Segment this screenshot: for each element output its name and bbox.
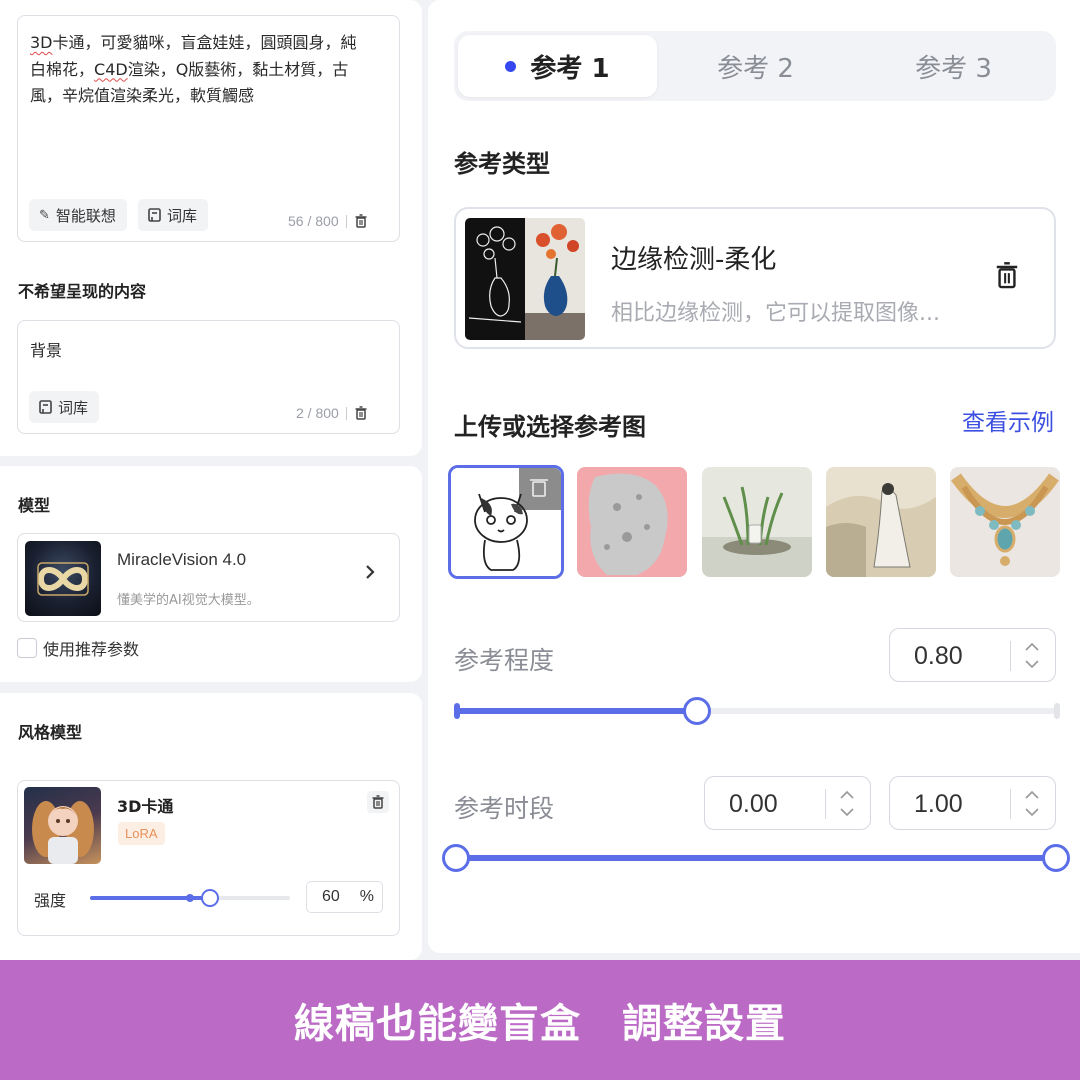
trash-icon[interactable] (367, 791, 389, 813)
reference-period-label: 参考时段 (454, 794, 555, 823)
stepper-arrows-icon[interactable] (1023, 783, 1041, 823)
style-model-item: 3D卡通 LoRA 强度 60 % (17, 780, 400, 936)
reference-period-start-handle[interactable] (442, 844, 470, 872)
tab-reference-3[interactable]: 参考 3 (854, 35, 1053, 97)
style-model-name: 3D卡通 (117, 797, 174, 816)
model-name: MiracleVision 4.0 (117, 550, 247, 569)
tab-reference-2[interactable]: 参考 2 (656, 35, 855, 97)
tab-reference-1[interactable]: 参考 1 (458, 35, 657, 97)
prompt-counter: 56 / 800 (288, 213, 368, 229)
reference-type-thumbnail (465, 218, 585, 340)
reference-image-cat[interactable] (448, 465, 564, 579)
caption-banner: 線稿也能變盲盒 調整設置 (0, 960, 1080, 1080)
reference-tabs: 参考 1 参考 2 参考 3 (454, 31, 1056, 101)
reference-period-start-input[interactable]: 0.00 (704, 776, 871, 830)
strength-input[interactable]: 60 % (306, 881, 383, 913)
trash-icon[interactable] (354, 406, 368, 420)
chevron-right-icon[interactable] (363, 562, 377, 587)
reference-period-end-input[interactable]: 1.00 (889, 776, 1056, 830)
model-selector[interactable]: MiracleVision 4.0 懂美学的AI视觉大模型。 (17, 533, 400, 622)
strength-value: 60 (322, 888, 340, 905)
reference-image-plant[interactable] (702, 467, 812, 577)
negative-char-count: 2 / 800 (296, 405, 339, 421)
reference-panel: 参考 1 参考 2 参考 3 参考类型 边缘检测-柔化 相比边缘检测，它可以提取… (428, 0, 1080, 953)
slider-end-cap (1054, 703, 1060, 719)
strength-unit: % (359, 888, 374, 905)
stepper-arrows-icon[interactable] (838, 783, 856, 823)
reference-image-painting[interactable] (826, 467, 936, 577)
left-settings-column: 3D卡通，可愛貓咪，盲盒娃娃，圓頭圓身，純白棉花，C4D渲染，Q版藝術，黏土材質… (0, 0, 422, 960)
recommended-params-label: 使用推荐参数 (43, 640, 140, 659)
reference-type-name: 边缘检测-柔化 (611, 245, 777, 275)
reference-type-selector[interactable]: 边缘检测-柔化 相比边缘检测，它可以提取图像... (454, 207, 1056, 349)
strength-slider[interactable] (90, 889, 290, 907)
use-recommended-params[interactable]: 使用推荐参数 (17, 636, 139, 660)
recommended-params-checkbox[interactable] (17, 638, 37, 658)
prompt-textarea[interactable]: 3D卡通，可愛貓咪，盲盒娃娃，圓頭圓身，純白棉花，C4D渲染，Q版藝術，黏土材質… (17, 15, 400, 242)
reference-degree-input[interactable]: 0.80 (889, 628, 1056, 682)
prompt-char-count: 56 / 800 (288, 213, 339, 229)
active-dot-icon (505, 60, 517, 72)
stepper-arrows-icon[interactable] (1023, 635, 1041, 675)
model-thumbnail (25, 541, 101, 616)
negative-counter: 2 / 800 (296, 405, 368, 421)
prompt-text[interactable]: 3D卡通，可愛貓咪，盲盒娃娃，圓頭圓身，純白棉花，C4D渲染，Q版藝術，黏土材質… (30, 30, 370, 110)
model-title: 模型 (18, 496, 51, 515)
trash-icon[interactable] (994, 261, 1020, 293)
reference-degree-fill (456, 708, 697, 714)
caption-text: 線稿也能變盲盒 調整設置 (294, 1001, 786, 1047)
lora-badge: LoRA (118, 822, 165, 845)
reference-period-fill (456, 855, 1056, 861)
reference-period-start-value: 0.00 (729, 790, 778, 818)
strength-slider-handle[interactable] (201, 889, 219, 907)
reference-period-end-handle[interactable] (1042, 844, 1070, 872)
reference-degree-slider[interactable] (454, 697, 1060, 725)
style-model-title: 风格模型 (18, 723, 83, 742)
see-example-link[interactable]: 查看示例 (962, 403, 1054, 437)
negative-lexicon-button[interactable]: 词库 (29, 391, 100, 423)
prompt-part: 3D (30, 33, 53, 52)
prompt-part: C4D (94, 59, 128, 79)
tab-label: 参考 1 (530, 53, 610, 84)
tab-label: 参考 2 (717, 53, 794, 84)
reference-degree-value: 0.80 (914, 642, 963, 670)
negative-prompt-text[interactable]: 背景 (30, 337, 62, 361)
reference-type-title: 参考类型 (454, 150, 550, 178)
reference-period-end-value: 1.00 (914, 790, 963, 818)
slider-start-cap (454, 703, 460, 719)
tab-label: 参考 3 (915, 53, 992, 84)
reference-image-necklace[interactable] (950, 467, 1060, 577)
strength-label: 强度 (34, 891, 67, 910)
reference-period-slider[interactable] (442, 844, 1070, 872)
reference-type-description: 相比边缘检测，它可以提取图像... (611, 301, 940, 326)
negative-lexicon-label: 词库 (58, 398, 89, 417)
trash-icon[interactable] (354, 214, 368, 228)
reference-image-pink[interactable] (577, 467, 687, 577)
infinity-logo-icon (37, 562, 89, 596)
model-description: 懂美学的AI视觉大模型。 (117, 593, 260, 608)
reference-degree-label: 参考程度 (454, 646, 555, 675)
upload-reference-title: 上传或选择参考图 (454, 413, 646, 441)
lexicon-button[interactable]: 词库 (138, 199, 209, 231)
smart-association-label: 智能联想 (55, 206, 116, 225)
book-icon (148, 208, 161, 222)
style-model-thumbnail (24, 787, 101, 864)
lexicon-label: 词库 (167, 206, 198, 225)
reference-degree-handle[interactable] (682, 697, 711, 725)
negative-prompt-textarea[interactable]: 背景 词库 2 / 800 (17, 320, 400, 434)
wand-icon: ✎ (39, 207, 50, 223)
strength-slider-mark (186, 894, 194, 902)
smart-association-button[interactable]: ✎ 智能联想 (29, 199, 127, 231)
book-icon (39, 400, 52, 414)
negative-prompt-title: 不希望呈现的内容 (18, 282, 147, 301)
